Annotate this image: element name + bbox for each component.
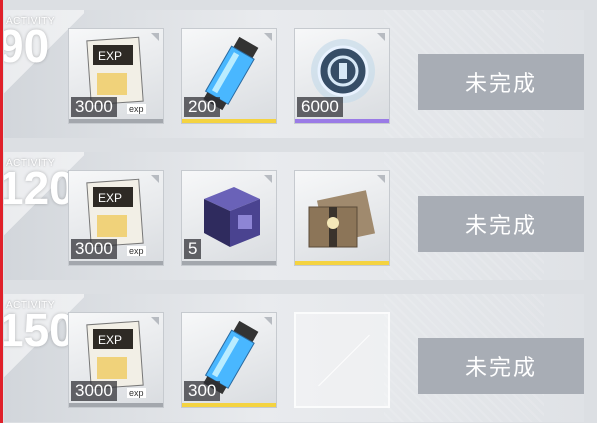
rarity-bar xyxy=(182,119,276,123)
slot-corner xyxy=(151,33,159,41)
slot-corner xyxy=(151,175,159,183)
activity-row-90: ACTIVITY 90 EXP 3000 exp 200 6000 未完成 xyxy=(4,10,584,138)
reward-slot-exp[interactable]: EXP 3000 exp xyxy=(68,170,164,266)
reward-quantity: 5 xyxy=(184,239,202,259)
slot-corner xyxy=(264,33,272,41)
rarity-bar xyxy=(69,261,163,265)
reward-slot-energy[interactable]: 300 xyxy=(181,312,277,408)
slot-corner xyxy=(151,317,159,325)
slot-corner xyxy=(264,317,272,325)
reward-slot-giftpack[interactable] xyxy=(294,170,390,266)
reward-slot-empty xyxy=(294,312,390,408)
activity-threshold: 120 xyxy=(4,162,75,214)
status-incomplete-button[interactable]: 未完成 xyxy=(418,338,584,394)
activity-threshold: 150 xyxy=(4,304,75,356)
reward-quantity: 3000 xyxy=(71,239,117,259)
status-incomplete-button[interactable]: 未完成 xyxy=(418,196,584,252)
reward-quantity: 300 xyxy=(184,381,221,401)
activity-row-150: ACTIVITY 150 EXP 3000 exp 300 未完成 xyxy=(4,294,584,422)
empty-slot-icon xyxy=(318,334,370,387)
slot-corner xyxy=(264,175,272,183)
reward-slot-exp[interactable]: EXP 3000 exp xyxy=(68,312,164,408)
svg-text:EXP: EXP xyxy=(98,49,122,63)
activity-threshold: 90 xyxy=(4,20,50,72)
reward-slot-crate[interactable]: 5 xyxy=(181,170,277,266)
rarity-bar xyxy=(69,403,163,407)
reward-quantity: 3000 xyxy=(71,381,117,401)
gift-pack-icon xyxy=(308,190,376,248)
slot-corner xyxy=(377,175,385,183)
reward-slot-exp[interactable]: EXP 3000 exp xyxy=(68,28,164,124)
rarity-bar xyxy=(182,403,276,407)
rarity-bar xyxy=(69,119,163,123)
exp-tag: exp xyxy=(127,246,146,256)
svg-text:EXP: EXP xyxy=(98,333,122,347)
reward-quantity: 200 xyxy=(184,97,221,117)
slot-corner xyxy=(377,33,385,41)
rarity-bar xyxy=(295,119,389,123)
activity-row-120: ACTIVITY 120 EXP 3000 exp 5 未完成 xyxy=(4,152,584,280)
reward-slot-currency[interactable]: 6000 xyxy=(294,28,390,124)
svg-text:EXP: EXP xyxy=(98,191,122,205)
left-accent-bar xyxy=(0,0,3,423)
rarity-bar xyxy=(295,261,389,265)
reward-slot-energy[interactable]: 200 xyxy=(181,28,277,124)
reward-quantity: 3000 xyxy=(71,97,117,117)
rarity-bar xyxy=(182,261,276,265)
status-incomplete-button[interactable]: 未完成 xyxy=(418,54,584,110)
exp-tag: exp xyxy=(127,104,146,114)
reward-quantity: 6000 xyxy=(297,97,343,117)
exp-tag: exp xyxy=(127,388,146,398)
